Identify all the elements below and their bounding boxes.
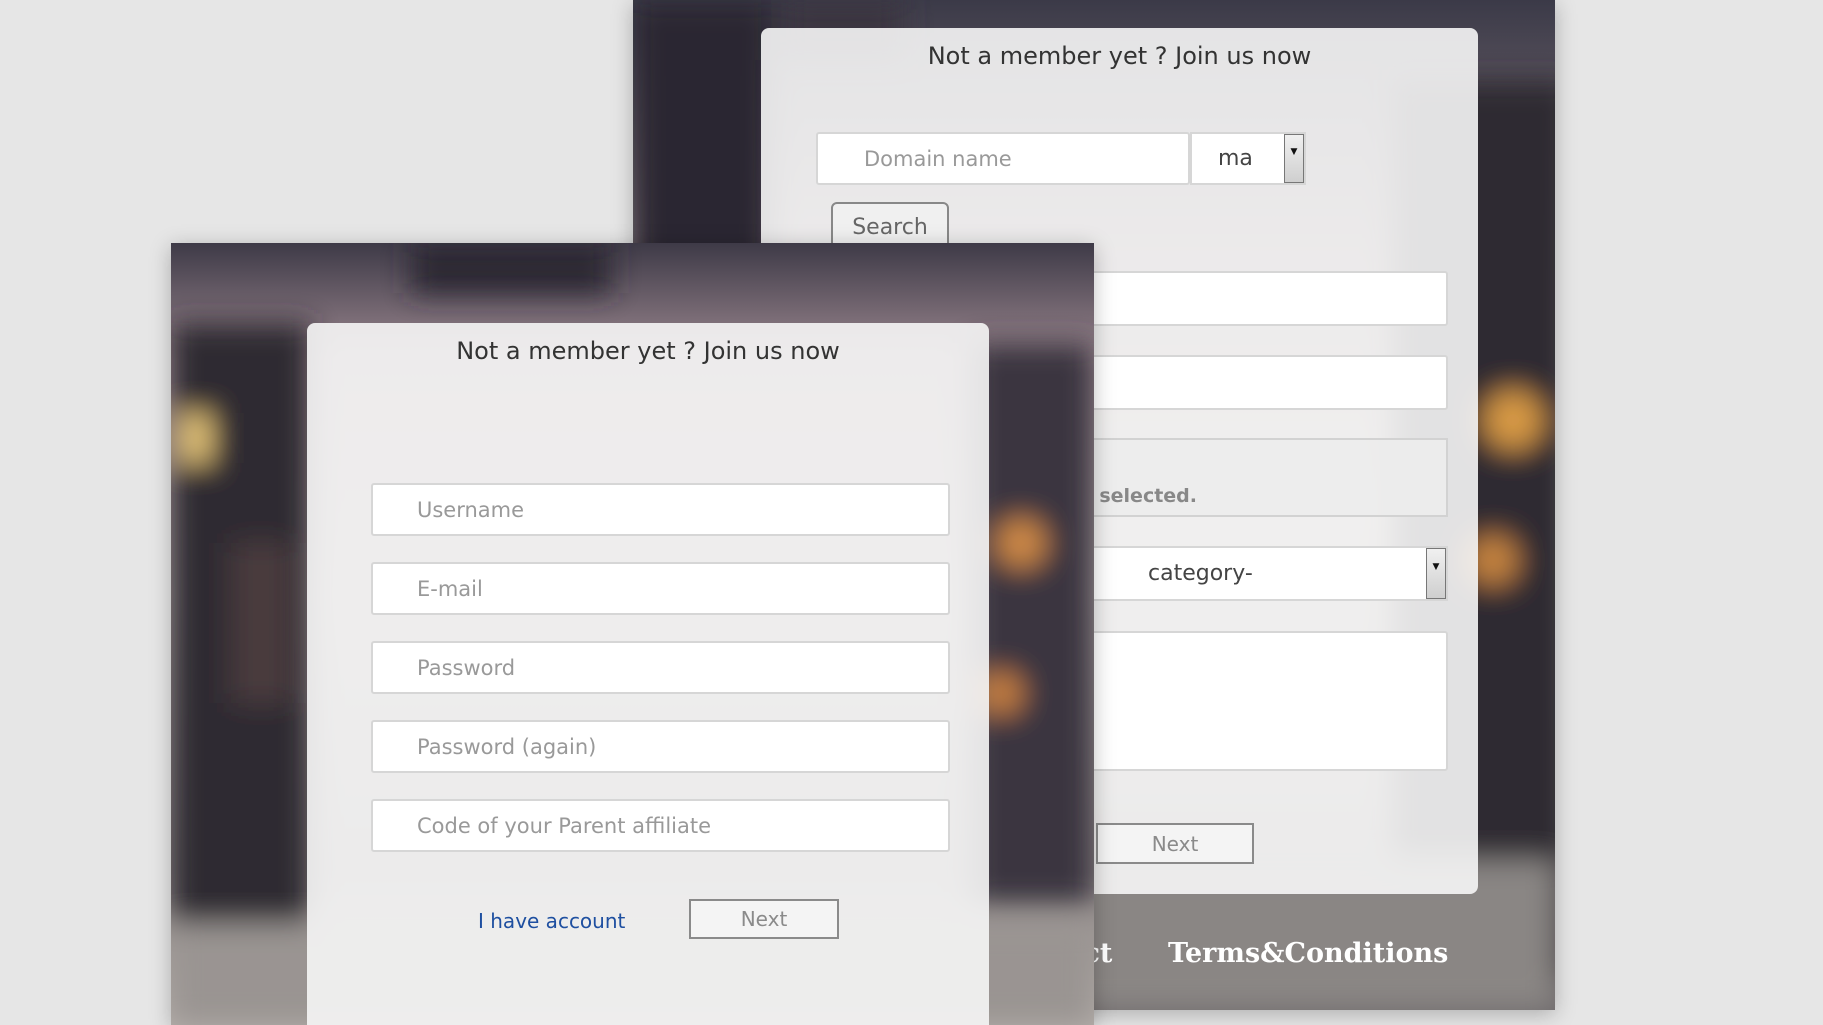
panel-title: Not a member yet ? Join us now (927, 42, 1312, 70)
tld-select-value: ma (1218, 146, 1253, 171)
front-screen: Not a member yet ? Join us now I have ac… (171, 243, 1094, 1025)
email-input[interactable] (371, 562, 950, 615)
password-again-input[interactable] (371, 720, 950, 773)
footer-terms-link[interactable]: Terms&Conditions (1168, 938, 1448, 969)
file-status-text: selected. (1099, 485, 1197, 507)
chevron-down-icon[interactable]: ▼ (1426, 548, 1446, 599)
tld-select[interactable]: ma ▼ (1190, 132, 1306, 185)
panel-title: Not a member yet ? Join us now (456, 337, 840, 365)
category-select-value: category- (1148, 561, 1253, 586)
next-button[interactable]: Next (689, 899, 839, 939)
domain-name-input[interactable] (816, 132, 1190, 185)
password-input[interactable] (371, 641, 950, 694)
next-button[interactable]: Next (1096, 823, 1254, 864)
i-have-account-link[interactable]: I have account (478, 909, 625, 933)
signup-panel-front: Not a member yet ? Join us now I have ac… (307, 323, 989, 1025)
username-input[interactable] (371, 483, 950, 536)
affiliate-code-input[interactable] (371, 799, 950, 852)
chevron-down-icon[interactable]: ▼ (1284, 134, 1304, 183)
